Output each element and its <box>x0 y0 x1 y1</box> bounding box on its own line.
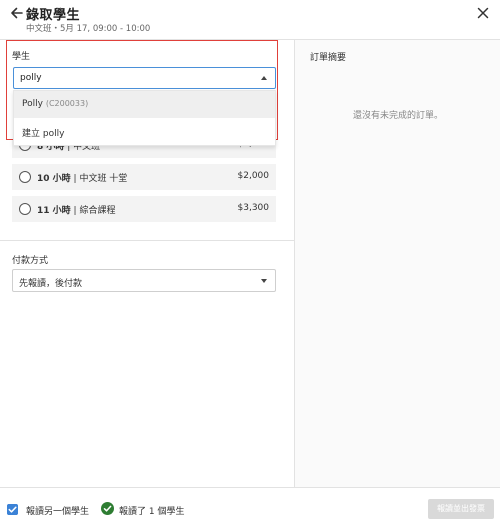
student-search-input[interactable]: polly <box>13 67 276 89</box>
payment-value: 先報讀，後付款 <box>19 279 83 289</box>
dropdown-option-create[interactable]: 建立 polly <box>14 118 275 145</box>
enrollment-form: 8 小時 | 中文班 $2,000 10 小時 | 中文班 十堂 $2,000 … <box>0 40 294 487</box>
student-field-group: 學生 polly Polly (C200033) 建立 polly <box>6 40 278 146</box>
page-title: 錄取學生 <box>26 8 81 23</box>
modal-footer: 報讀另一個學生 報讀了 1 個學生 報讀並出發票 <box>0 487 500 522</box>
close-icon[interactable] <box>476 6 490 20</box>
student-option-code: (C200033) <box>45 99 89 108</box>
class-subtitle: 中文班・5月 17, 09:00 - 10:00 <box>26 24 151 34</box>
radio-icon[interactable] <box>19 203 31 215</box>
summary-title: 訂單摘要 <box>310 53 347 63</box>
checkbox-checked-icon[interactable] <box>7 504 18 515</box>
enroll-and-invoice-button[interactable]: 報讀並出發票 <box>428 499 494 519</box>
student-dropdown: Polly (C200033) 建立 polly <box>13 90 276 146</box>
modal-header: 錄取學生 中文班・5月 17, 09:00 - 10:00 <box>0 0 500 40</box>
enroll-another-label[interactable]: 報讀另一個學生 <box>26 504 89 517</box>
create-student-label: 建立 polly <box>22 129 65 139</box>
section-divider <box>0 240 294 241</box>
package-list: 8 小時 | 中文班 $2,000 10 小時 | 中文班 十堂 $2,000 … <box>12 132 276 228</box>
chevron-up-icon[interactable] <box>261 76 267 80</box>
package-name: 11 小時 | 綜合課程 <box>37 206 116 216</box>
package-price: $3,300 <box>237 203 270 213</box>
payment-select[interactable]: 先報讀，後付款 <box>12 269 276 292</box>
student-option-name: Polly <box>22 99 43 109</box>
package-option[interactable]: 10 小時 | 中文班 十堂 $2,000 <box>12 164 276 190</box>
student-input-value[interactable]: polly <box>20 73 42 83</box>
back-arrow-icon[interactable] <box>9 5 25 21</box>
package-option[interactable]: 11 小時 | 綜合課程 $3,300 <box>12 196 276 222</box>
radio-icon[interactable] <box>19 171 31 183</box>
enrolled-count-label: 報讀了 1 個學生 <box>119 507 185 517</box>
chevron-down-icon[interactable] <box>261 279 267 283</box>
check-circle-icon <box>101 502 114 515</box>
package-price: $2,000 <box>237 171 270 181</box>
package-name: 10 小時 | 中文班 十堂 <box>37 174 128 184</box>
dropdown-option-student[interactable]: Polly (C200033) <box>14 91 275 118</box>
payment-label: 付款方式 <box>12 256 49 266</box>
order-summary-panel: 訂單摘要 還沒有未完成的訂單。 <box>294 40 500 487</box>
summary-empty-text: 還沒有未完成的訂單。 <box>352 111 443 121</box>
student-label: 學生 <box>12 52 31 62</box>
